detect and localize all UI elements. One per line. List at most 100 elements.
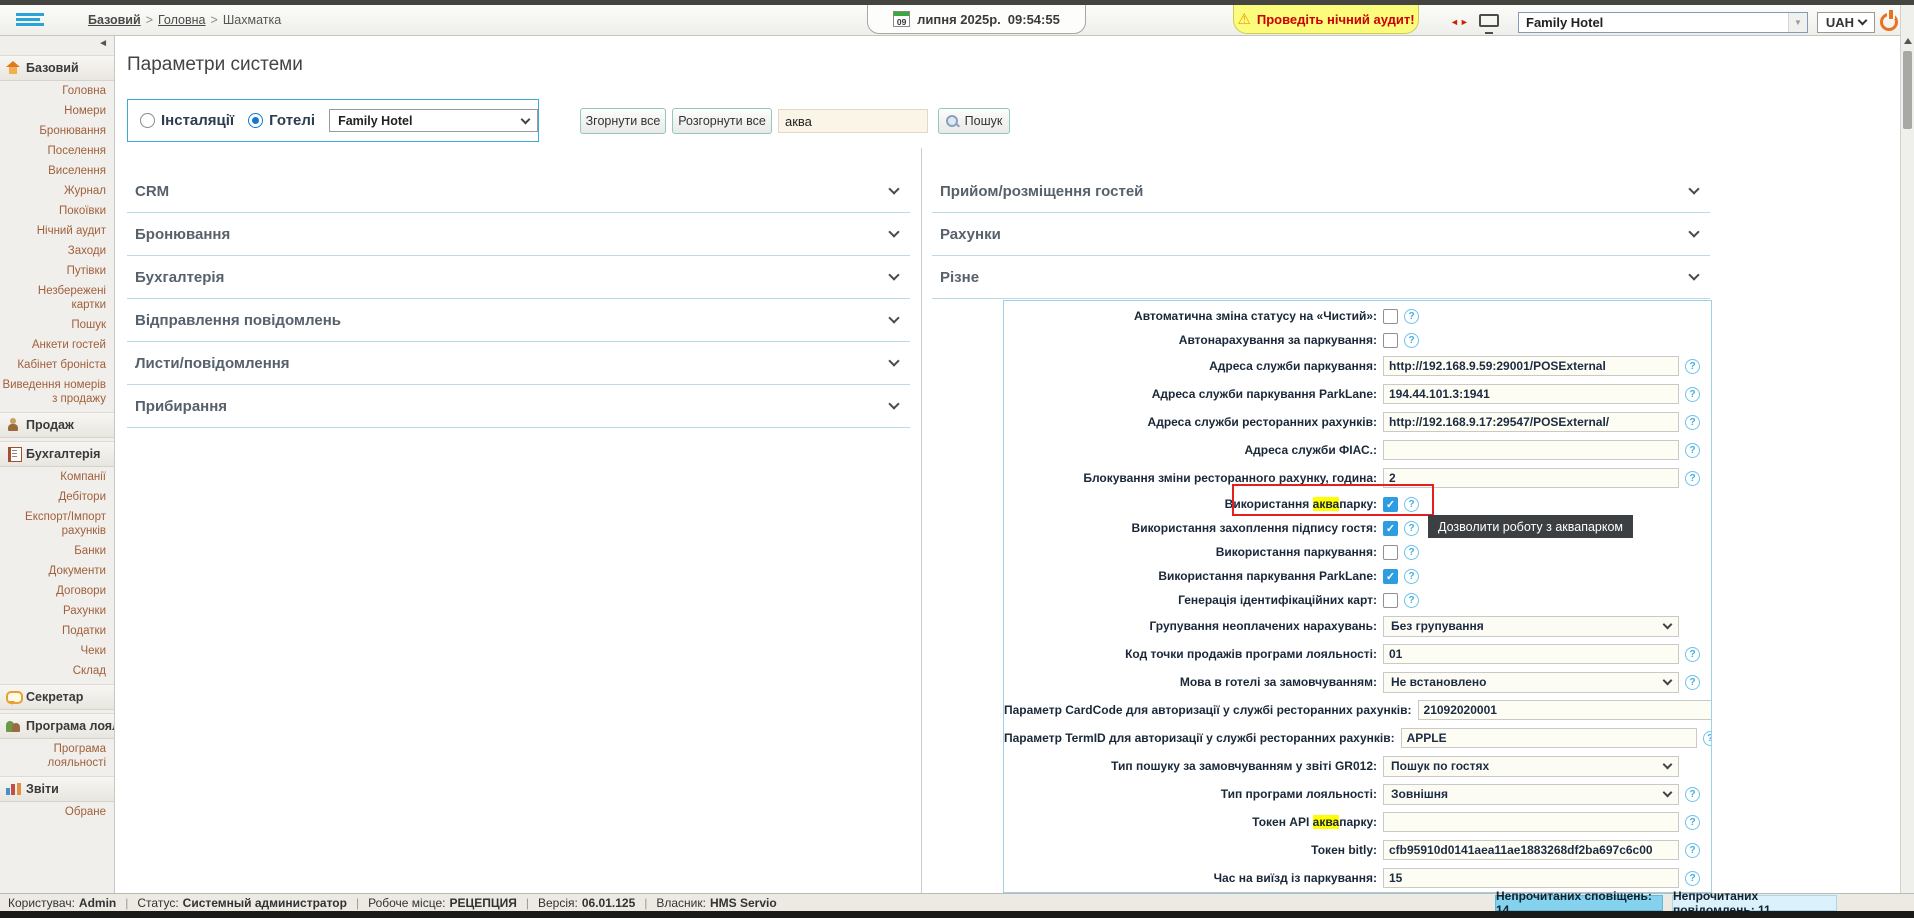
sidebar-section-header[interactable]: Звіти	[0, 776, 114, 802]
help-icon[interactable]: ?	[1685, 471, 1700, 486]
select-field[interactable]: Пошук по гостях	[1383, 756, 1679, 777]
radio-hotels-label[interactable]: Готелі	[269, 112, 315, 129]
help-icon[interactable]: ?	[1685, 815, 1700, 830]
sidebar-item[interactable]: Номери	[0, 101, 114, 121]
sidebar-item[interactable]: Обране	[0, 802, 114, 822]
sidebar-item[interactable]: Програма лояльності	[0, 739, 114, 773]
sidebar-item[interactable]: Путівки	[0, 261, 114, 281]
date-time-widget[interactable]: 09 липня 2025р. 09:54:55	[867, 5, 1086, 34]
accordion-section-header[interactable]: Бронювання	[127, 213, 910, 256]
accordion-section-header[interactable]: Бухгалтерія	[127, 256, 910, 299]
monitor-icon[interactable]	[1479, 14, 1499, 27]
help-icon[interactable]: ?	[1685, 843, 1700, 858]
sidebar-item[interactable]: Виведення номерів з продажу	[0, 375, 114, 409]
sidebar-item[interactable]: Банки	[0, 541, 114, 561]
sidebar-item[interactable]: Головна	[0, 81, 114, 101]
breadcrumb-link-home[interactable]: Головна	[158, 13, 206, 27]
help-icon[interactable]: ?	[1685, 415, 1700, 430]
help-icon[interactable]: ?	[1685, 871, 1700, 886]
sidebar-item[interactable]: Кабінет броніста	[0, 355, 114, 375]
sidebar-item[interactable]: Податки	[0, 621, 114, 641]
sidebar-item[interactable]: Дебітори	[0, 487, 114, 507]
sidebar-collapse-arrow[interactable]: ◄	[0, 36, 114, 52]
text-field[interactable]	[1383, 468, 1679, 488]
select-field[interactable]: Не встановлено	[1383, 672, 1679, 693]
dropdown-arrow-icon[interactable]: ▼	[1788, 13, 1807, 32]
night-audit-warning[interactable]: ⚠ Проведіть нічний аудит!	[1233, 5, 1419, 34]
hamburger-menu-icon[interactable]	[16, 11, 44, 30]
accordion-section-header[interactable]: Прийом/розміщення гостей	[932, 170, 1710, 213]
scroll-up-arrow[interactable]	[1904, 38, 1912, 44]
unread-notifications-badge[interactable]: Непрочитаних сповіщень: 14	[1495, 895, 1663, 911]
accordion-section-header[interactable]: Різне	[932, 256, 1710, 299]
sidebar-item[interactable]: Покоївки	[0, 201, 114, 221]
search-input[interactable]	[778, 109, 928, 133]
help-icon[interactable]: ?	[1404, 545, 1419, 560]
help-icon[interactable]: ?	[1685, 787, 1700, 802]
checkbox[interactable]	[1383, 593, 1398, 608]
sidebar-item[interactable]: Поселення	[0, 141, 114, 161]
help-icon[interactable]: ?	[1703, 731, 1712, 746]
radio-hotels[interactable]	[248, 113, 263, 128]
checkbox[interactable]: ✓	[1383, 521, 1398, 536]
sidebar-item[interactable]: Виселення	[0, 161, 114, 181]
help-icon[interactable]: ?	[1685, 359, 1700, 374]
sidebar-item[interactable]: Експорт/Імпорт рахунків	[0, 507, 114, 541]
select-field[interactable]: Без групування	[1383, 616, 1679, 637]
sidebar-item[interactable]: Заходи	[0, 241, 114, 261]
help-icon[interactable]: ?	[1404, 309, 1419, 324]
sidebar-item[interactable]: Пошук	[0, 315, 114, 335]
sidebar-item[interactable]: Договори	[0, 581, 114, 601]
sidebar-item[interactable]: Рахунки	[0, 601, 114, 621]
swap-arrows-icon[interactable]: ◄►	[1450, 17, 1470, 27]
text-field[interactable]	[1383, 356, 1679, 376]
help-icon[interactable]: ?	[1404, 333, 1419, 348]
sidebar-item[interactable]: Компанії	[0, 467, 114, 487]
breadcrumb-link-base[interactable]: Базовий	[88, 13, 141, 27]
text-field[interactable]	[1383, 412, 1679, 432]
text-field[interactable]	[1383, 840, 1679, 860]
expand-all-button[interactable]: Розгорнути все	[672, 108, 772, 134]
sidebar-section-header[interactable]: Бухгалтерія	[0, 441, 114, 467]
sidebar-item[interactable]: Нічний аудит	[0, 221, 114, 241]
radio-installations-label[interactable]: Інсталяції	[161, 112, 234, 129]
checkbox[interactable]	[1383, 333, 1398, 348]
sidebar-section-header[interactable]: Програма лояльності	[0, 713, 114, 739]
accordion-section-header[interactable]: Прибирання	[127, 385, 910, 428]
accordion-section-header[interactable]: Листи/повідомлення	[127, 342, 910, 385]
help-icon[interactable]: ?	[1404, 593, 1419, 608]
accordion-section-header[interactable]: Відправлення повідомлень	[127, 299, 910, 342]
text-field[interactable]	[1401, 728, 1697, 748]
sidebar-section-header[interactable]: Продаж	[0, 412, 114, 438]
help-icon[interactable]: ?	[1685, 443, 1700, 458]
hotel-selector[interactable]: Family Hotel ▼	[1518, 12, 1808, 33]
checkbox[interactable]: ✓	[1383, 497, 1398, 512]
text-field[interactable]	[1383, 644, 1679, 664]
checkbox[interactable]: ✓	[1383, 569, 1398, 584]
vertical-scrollbar[interactable]	[1900, 5, 1914, 918]
text-field[interactable]	[1383, 440, 1679, 460]
text-field[interactable]	[1383, 384, 1679, 404]
sidebar-item[interactable]: Склад	[0, 661, 114, 681]
help-icon[interactable]: ?	[1404, 497, 1419, 512]
search-button[interactable]: Пошук	[938, 108, 1010, 134]
text-field[interactable]	[1383, 868, 1679, 888]
select-field[interactable]: Зовнішня	[1383, 784, 1679, 805]
sidebar-section-header[interactable]: Секретар	[0, 684, 114, 710]
help-icon[interactable]: ?	[1404, 521, 1419, 536]
sidebar-item[interactable]: Бронювання	[0, 121, 114, 141]
currency-selector[interactable]: UAH	[1817, 12, 1875, 33]
scroll-thumb[interactable]	[1903, 51, 1912, 129]
sidebar-section-header[interactable]: Базовий	[0, 55, 114, 81]
text-field[interactable]	[1418, 700, 1712, 720]
sidebar-item[interactable]: Анкети гостей	[0, 335, 114, 355]
help-icon[interactable]: ?	[1685, 675, 1700, 690]
help-icon[interactable]: ?	[1404, 569, 1419, 584]
hotel-filter-select[interactable]: Family Hotel	[329, 109, 538, 132]
unread-messages-badge[interactable]: Непрочитаних повідомлень: 11	[1672, 895, 1837, 911]
help-icon[interactable]: ?	[1685, 647, 1700, 662]
checkbox[interactable]	[1383, 545, 1398, 560]
collapse-all-button[interactable]: Згорнути все	[580, 108, 666, 134]
sidebar-item[interactable]: Незбережені картки	[0, 281, 114, 315]
help-icon[interactable]: ?	[1685, 387, 1700, 402]
